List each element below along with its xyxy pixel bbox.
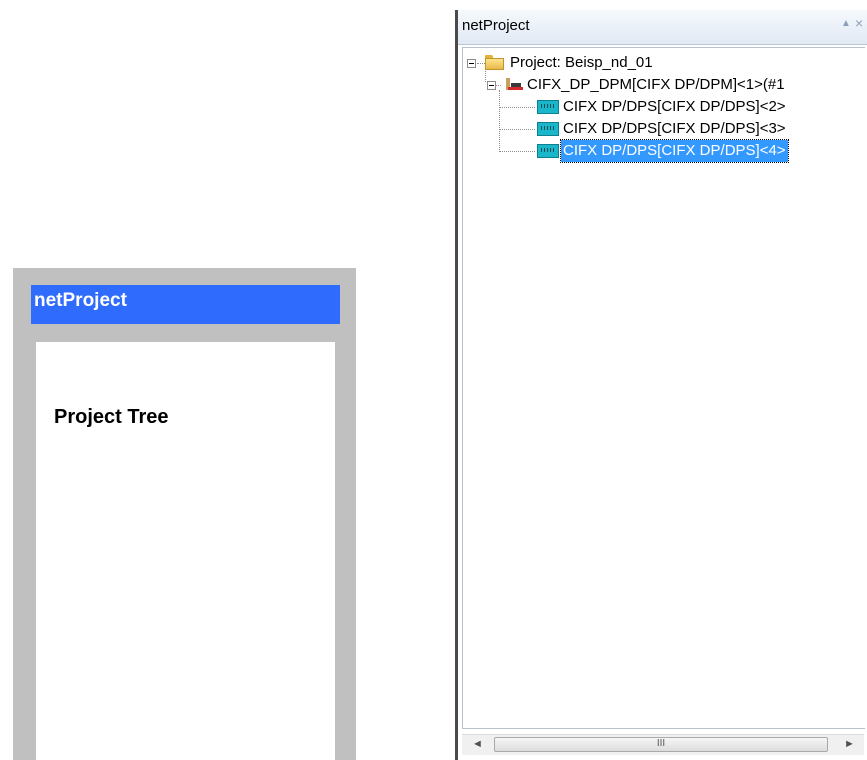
pin-icon[interactable]: ▲: [841, 18, 851, 29]
netproject-pane: netProject ▲ × Project: Beisp_nd_01 CIFX…: [455, 10, 867, 760]
tree-node-label: CIFX_DP_DPM[CIFX DP/DPM]<1>(#1: [527, 76, 785, 93]
folder-icon: [485, 55, 504, 70]
pane-title: netProject: [462, 17, 530, 34]
scrollbar-thumb[interactable]: III: [494, 737, 828, 752]
dp-master-icon: [505, 77, 525, 93]
close-icon[interactable]: ×: [855, 15, 863, 31]
tree-connector: [496, 85, 501, 86]
tree-node-label: Project: Beisp_nd_01: [510, 54, 653, 71]
tree-connector: [499, 129, 535, 130]
project-tree-schematic: netProject Project Tree: [13, 268, 356, 760]
schematic-body: Project Tree: [36, 342, 335, 760]
schematic-label: Project Tree: [54, 406, 169, 428]
tree-connector: [499, 90, 500, 150]
horizontal-scrollbar[interactable]: ◄ III ►: [462, 734, 864, 755]
tree-node-label: CIFX DP/DPS[CIFX DP/DPS]<4>: [560, 139, 789, 163]
project-tree: Project: Beisp_nd_01 CIFX_DP_DPM[CIFX DP…: [462, 47, 865, 729]
tree-connector: [477, 63, 485, 64]
schematic-title-bar: netProject: [31, 285, 340, 324]
pane-border: [455, 10, 458, 760]
tree-node-label: CIFX DP/DPS[CIFX DP/DPS]<2>: [563, 98, 786, 115]
scroll-left-icon[interactable]: ◄: [472, 738, 483, 750]
scroll-right-icon[interactable]: ►: [844, 738, 855, 750]
collapse-icon[interactable]: [467, 59, 476, 68]
tree-connector: [485, 68, 486, 82]
dp-slave-icon: [537, 122, 559, 136]
collapse-icon[interactable]: [487, 81, 496, 90]
tree-node-label: CIFX DP/DPS[CIFX DP/DPS]<3>: [563, 120, 786, 137]
tree-connector: [499, 151, 535, 152]
tree-connector: [499, 107, 535, 108]
pane-header: netProject ▲ ×: [458, 10, 867, 45]
dp-slave-icon: [537, 100, 559, 114]
dp-slave-icon: [537, 144, 559, 158]
